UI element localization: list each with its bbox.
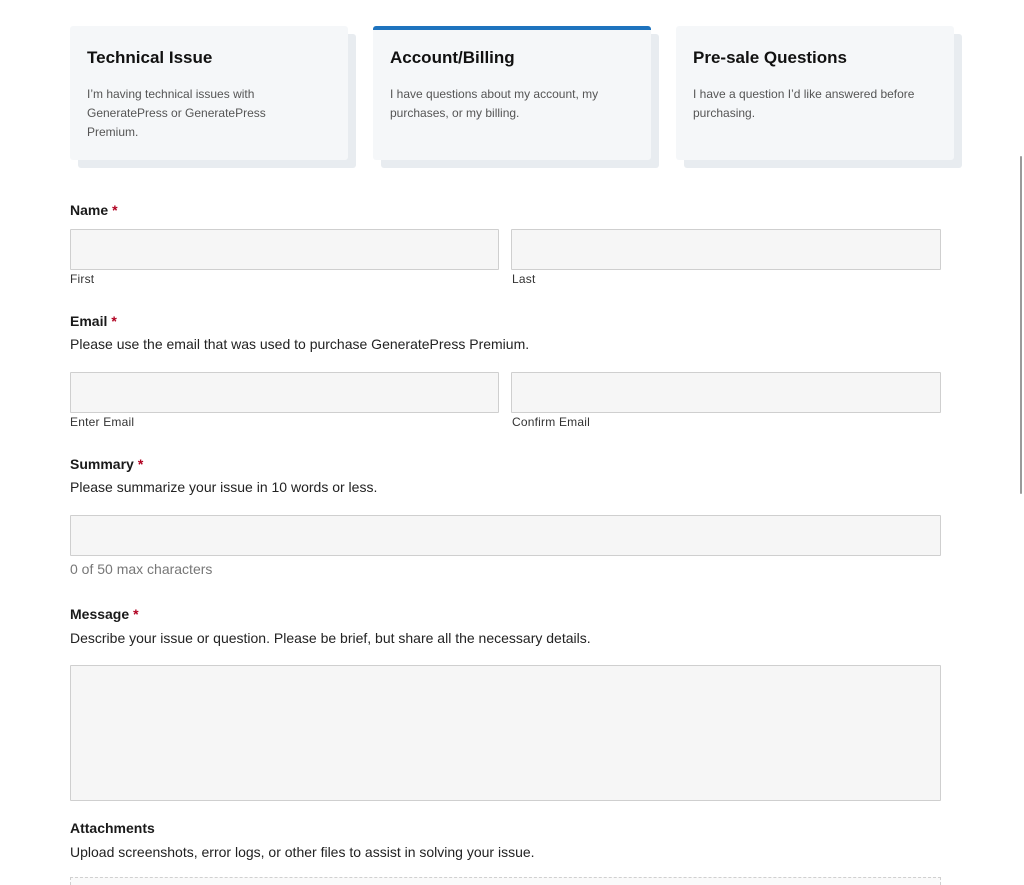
message-label: Message * xyxy=(70,606,139,622)
last-name-input[interactable] xyxy=(511,229,941,270)
card-description: I have questions about my account, my pu… xyxy=(390,87,599,120)
email-input[interactable] xyxy=(70,372,499,413)
confirm-email-sublabel: Confirm Email xyxy=(512,415,590,429)
card-title: Account/Billing xyxy=(390,48,515,67)
message-textarea[interactable] xyxy=(70,665,941,801)
category-card-billing-wrap: Account/Billing I have questions about m… xyxy=(373,26,659,168)
email-description: Please use the email that was used to pu… xyxy=(70,336,530,352)
last-name-sublabel: Last xyxy=(512,272,536,286)
email-label: Email * xyxy=(70,313,117,329)
required-marker: * xyxy=(112,202,118,218)
enter-email-sublabel: Enter Email xyxy=(70,415,135,429)
category-card-pre-sale-questions[interactable]: Pre-sale Questions I have a question I’d… xyxy=(676,26,954,160)
confirm-email-input[interactable] xyxy=(511,372,941,413)
summary-label-text: Summary xyxy=(70,456,134,472)
message-label-text: Message xyxy=(70,606,130,622)
attachments-label: Attachments xyxy=(70,820,155,836)
category-card-technical-wrap: Technical Issue I’m having technical iss… xyxy=(70,26,356,168)
summary-label: Summary * xyxy=(70,456,143,472)
first-name-sublabel: First xyxy=(70,272,95,286)
card-title: Pre-sale Questions xyxy=(693,48,848,67)
attachments-description: Upload screenshots, error logs, or other… xyxy=(70,844,535,860)
first-name-input[interactable] xyxy=(70,229,499,270)
card-description: I’m having technical issues with Generat… xyxy=(87,87,266,139)
attachments-dropzone[interactable] xyxy=(70,877,941,885)
email-label-text: Email xyxy=(70,313,108,329)
summary-description: Please summarize your issue in 10 words … xyxy=(70,479,378,495)
required-marker: * xyxy=(111,313,117,329)
message-description: Describe your issue or question. Please … xyxy=(70,630,591,646)
name-label-text: Name xyxy=(70,202,109,218)
required-marker: * xyxy=(137,456,144,472)
required-marker: * xyxy=(133,606,139,622)
name-label: Name * xyxy=(70,202,118,218)
category-card-presale-wrap: Pre-sale Questions I have a question I’d… xyxy=(676,26,962,168)
category-card-account-billing[interactable]: Account/Billing I have questions about m… xyxy=(373,26,651,160)
card-description: I have a question I’d like answered befo… xyxy=(693,87,915,120)
page-scrollbar[interactable] xyxy=(1020,156,1022,494)
summary-input[interactable] xyxy=(70,515,941,556)
category-card-technical-issue[interactable]: Technical Issue I’m having technical iss… xyxy=(70,26,348,160)
card-title: Technical Issue xyxy=(87,48,213,67)
summary-character-counter: 0 of 50 max characters xyxy=(70,561,213,577)
